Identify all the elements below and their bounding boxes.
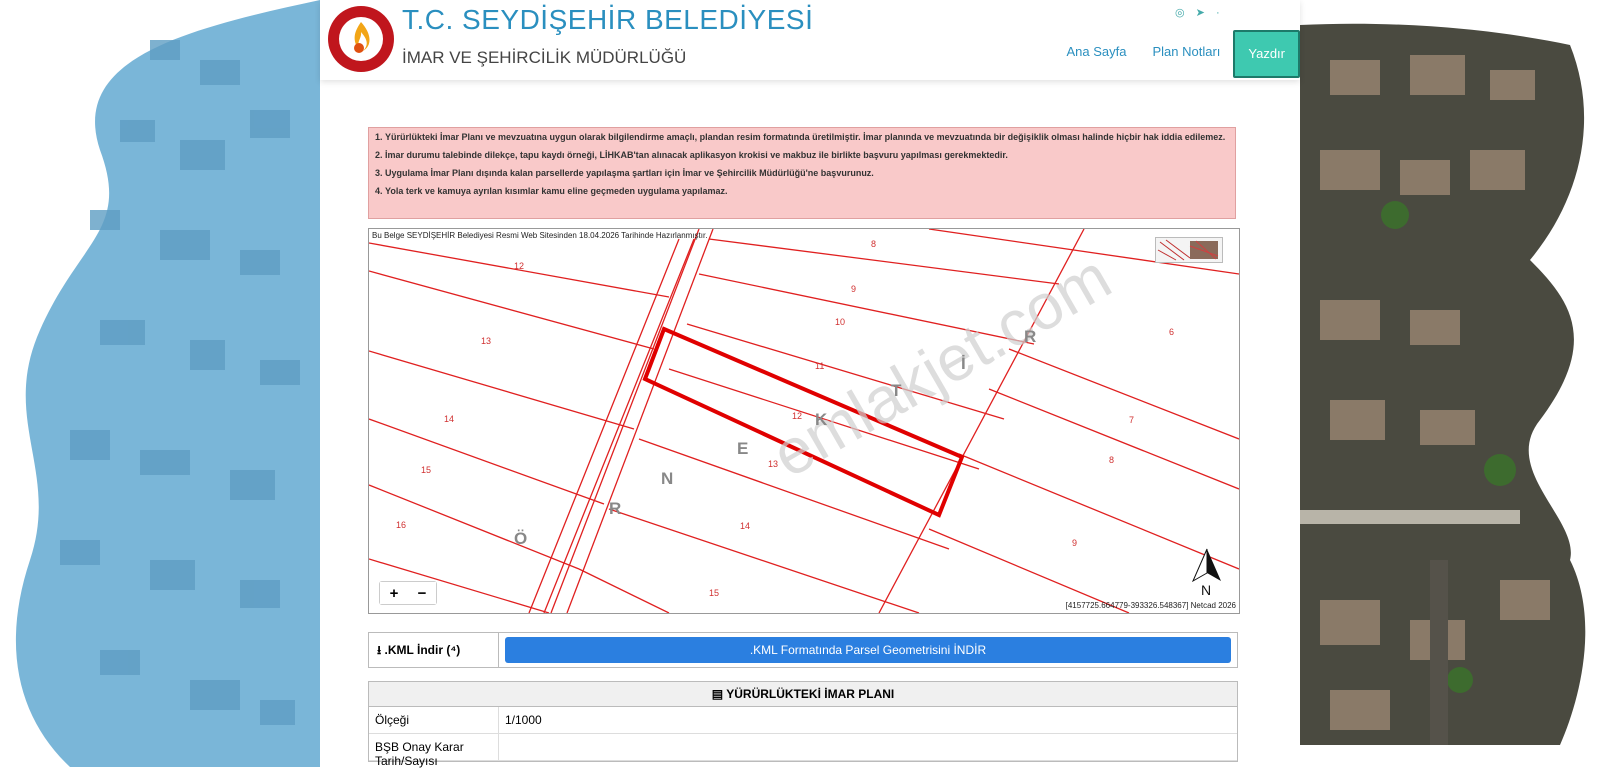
parcel-number: 9 [851, 284, 856, 294]
zoning-map[interactable]: emlakjet.com 12 13 14 15 16 8 9 10 11 12… [368, 228, 1240, 614]
zoom-out-button[interactable]: − [408, 582, 436, 604]
zoom-in-button[interactable]: + [380, 582, 408, 604]
layer-switcher-button[interactable] [1155, 237, 1223, 263]
street-letter: Ö [514, 529, 527, 548]
parcel-number: 13 [481, 336, 491, 346]
parcel-number: 9 [1072, 538, 1077, 548]
site-title: T.C. SEYDİŞEHİR BELEDİYESİ [402, 4, 814, 35]
parcel-number: 6 [1169, 327, 1174, 337]
parcel-number: 11 [815, 361, 824, 371]
parcel-number: 15 [421, 465, 431, 475]
row-value [499, 734, 505, 760]
plan-heading: ▤ YÜRÜRLÜKTEKİ İMAR PLANI [369, 682, 1237, 707]
social-icons[interactable]: ◎ ➤ · [1175, 6, 1220, 19]
nav-print[interactable]: Yazdır [1233, 30, 1300, 78]
notice-item: Yürürlükteki İmar Planı ve mevzuatına uy… [385, 131, 1230, 143]
document-icon: ▤ [711, 687, 724, 701]
plan-heading-text: YÜRÜRLÜKTEKİ İMAR PLANI [726, 687, 895, 701]
parcel-number: 8 [871, 239, 876, 249]
table-row: Ölçeği 1/1000 [369, 707, 1237, 734]
parcel-number: 8 [1109, 455, 1114, 465]
parcel-number: 10 [835, 317, 845, 327]
notice-item: İmar durumu talebinde dilekçe, tapu kayd… [385, 149, 1230, 161]
street-letter: İ [961, 354, 966, 373]
parcel-number: 16 [396, 520, 406, 530]
facebook-icon[interactable]: · [1216, 7, 1220, 19]
parcel-number: 14 [444, 414, 454, 424]
north-arrow-icon: N [1187, 547, 1227, 598]
parcel-number: 12 [514, 261, 524, 271]
main-page: T.C. SEYDİŞEHİR BELEDİYESİ İMAR VE ŞEHİR… [320, 0, 1300, 768]
street-letter: N [661, 469, 673, 488]
map-coordinates: [4157725.664779-393326.548367] Netcad 20… [1065, 601, 1236, 610]
notice-item: Yola terk ve kamuya ayrılan kısımlar kam… [385, 185, 1230, 197]
parcel-number: 15 [709, 588, 719, 598]
street-letter: E [737, 439, 748, 458]
kml-download-button[interactable]: .KML Formatında Parsel Geometrisini İNDİ… [505, 637, 1231, 663]
kml-label-text: .KML İndir (⁴) [384, 643, 461, 657]
instagram-icon[interactable]: ◎ [1175, 7, 1185, 19]
map-caption: Bu Belge SEYDİŞEHİR Belediyesi Resmi Web… [372, 231, 708, 240]
twitter-icon[interactable]: ➤ [1196, 7, 1205, 19]
street-letter: R [609, 499, 621, 518]
notice-item: Uygulama İmar Planı dışında kalan parsel… [385, 167, 1230, 179]
map-canvas[interactable]: emlakjet.com 12 13 14 15 16 8 9 10 11 12… [369, 229, 1239, 613]
top-nav: Ana Sayfa Plan Notları Yazdır [1053, 30, 1300, 78]
street-letter: R [1024, 327, 1036, 346]
notice-box: Yürürlükteki İmar Planı ve mevzuatına uy… [368, 127, 1236, 219]
street-letter: T [891, 381, 902, 400]
parcel-number: 12 [792, 411, 802, 421]
table-row: BŞB Onay Karar Tarih/Sayısı [369, 734, 1237, 768]
row-value: 1/1000 [505, 713, 542, 727]
parcel-number: 13 [768, 459, 778, 469]
kml-download-row: ⭳ .KML İndir (⁴) .KML Formatında Parsel … [368, 632, 1238, 668]
parcel-number: 7 [1129, 415, 1134, 425]
right-background-aerial [1300, 0, 1600, 767]
municipality-logo[interactable] [326, 4, 396, 74]
zoning-plan-table: ▤ YÜRÜRLÜKTEKİ İMAR PLANI Ölçeği 1/1000 … [368, 681, 1238, 768]
nav-plan-notes[interactable]: Plan Notları [1139, 30, 1233, 78]
site-header: T.C. SEYDİŞEHİR BELEDİYESİ İMAR VE ŞEHİR… [320, 0, 1300, 80]
nav-home[interactable]: Ana Sayfa [1053, 30, 1139, 78]
parcel-number: 14 [740, 521, 750, 531]
left-background-map [0, 0, 320, 767]
kml-label: ⭳ .KML İndir (⁴) [369, 633, 499, 667]
street-letter: K [815, 410, 828, 429]
row-key: BŞB Onay Karar Tarih/Sayısı [369, 734, 499, 768]
row-key: Ölçeği [369, 707, 499, 733]
download-icon: ⭳ [377, 643, 382, 657]
north-label: N [1201, 582, 1211, 597]
site-subtitle: İMAR VE ŞEHİRCİLİK MÜDÜRLÜĞÜ [402, 48, 687, 67]
zoom-controls: + − [379, 581, 437, 605]
